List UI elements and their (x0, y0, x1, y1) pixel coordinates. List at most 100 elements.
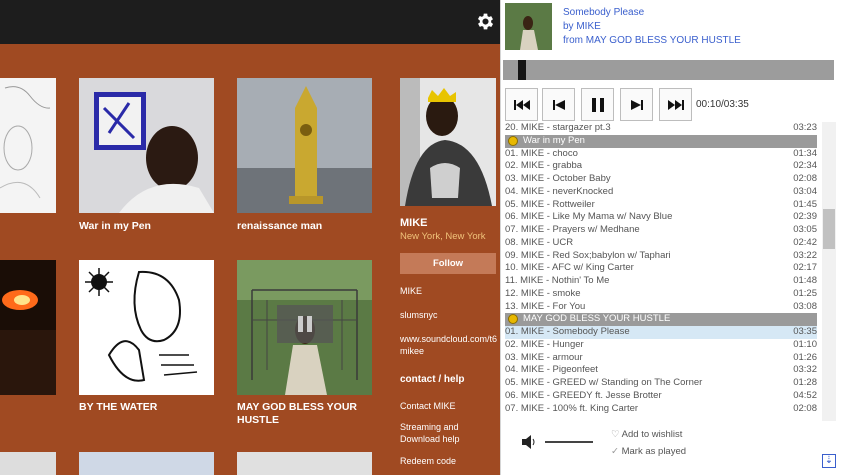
track-row[interactable]: 12. MIKE - smoke 01:25 (505, 288, 817, 301)
artist-link[interactable]: MIKE (400, 285, 500, 297)
volume-slider[interactable] (545, 441, 593, 443)
add-to-wishlist[interactable]: ♡ Add to wishlist (611, 429, 682, 440)
album-cover-may-god-bless-your-hustle[interactable] (237, 260, 372, 395)
track-row[interactable]: 08. MIKE - UCR 02:42 (505, 237, 817, 250)
mark-as-played[interactable]: ✓ Mark as played (611, 446, 686, 457)
track-row[interactable]: 03. MIKE - armour 01:26 (505, 352, 817, 365)
contact-link[interactable]: Contact MIKE (400, 400, 500, 412)
first-track-icon (513, 99, 530, 110)
track-row[interactable]: 04. MIKE - Pigeonfeet 03:32 (505, 364, 817, 377)
track-title: 06. MIKE - Like My Mama w/ Navy Blue (505, 211, 673, 223)
track-row[interactable]: 07. MIKE - Prayers w/ Medhane 03:05 (505, 224, 817, 237)
track-duration: 03:23 (793, 122, 817, 133)
seek-handle[interactable] (518, 60, 526, 80)
artist-link[interactable]: slumsnyc (400, 309, 500, 321)
download-icon[interactable]: ⇣ (822, 454, 836, 468)
track-row[interactable]: 20. MIKE - stargazer pt.3 03:23 (505, 122, 817, 135)
track-duration: 02:39 (793, 211, 817, 223)
check-icon: ✓ (611, 446, 619, 457)
now-playing-album[interactable]: from MAY GOD BLESS YOUR HUSTLE (563, 35, 741, 46)
track-row[interactable]: 13. MIKE - For You 03:08 (505, 301, 817, 314)
album-group-header[interactable]: War in my Pen (505, 134, 817, 148)
track-row[interactable]: 04. MIKE - neverKnocked 03:04 (505, 186, 817, 199)
track-row[interactable]: 06. MIKE - GREEDY ft. Jesse Brotter 04:52 (505, 390, 817, 403)
album-cover-war-in-my-pen[interactable] (79, 78, 214, 213)
album-cover[interactable] (0, 452, 56, 475)
track-row[interactable]: 01. MIKE - Somebody Please 03:35 (505, 326, 817, 339)
album-cover-renaissance-man[interactable] (237, 78, 372, 213)
track-title: 06. MIKE - GREEDY ft. Jesse Brotter (505, 389, 662, 401)
track-duration: 03:22 (793, 249, 817, 261)
artist-location: New York, New York (400, 231, 486, 242)
track-duration: 01:10 (793, 338, 817, 350)
track-title: 07. MIKE - Prayers w/ Medhane (505, 224, 640, 235)
volume-control[interactable] (521, 434, 601, 450)
now-playing-cover[interactable] (505, 3, 552, 50)
album-title[interactable]: War in my Pen (79, 220, 219, 233)
album-group-header[interactable]: MAY GOD BLESS YOUR HUSTLE (505, 313, 817, 326)
next-icon (630, 99, 643, 110)
track-row[interactable]: 02. MIKE - Hunger 01:10 (505, 339, 817, 352)
track-row[interactable]: 01. MIKE - choco 01:34 (505, 148, 817, 161)
track-title: 02. MIKE - grabba (505, 160, 583, 172)
track-title: 11. MIKE - Nothin' To Me (505, 275, 610, 286)
track-duration: 02:42 (793, 236, 817, 248)
track-row[interactable]: 11. MIKE - Nothin' To Me 01:48 (505, 275, 817, 288)
track-row[interactable]: 07. MIKE - 100% ft. King Carter 02:08 (505, 403, 817, 416)
track-list[interactable]: 20. MIKE - stargazer pt.3 03:23 War in my … (505, 122, 817, 421)
track-duration: 03:35 (793, 326, 817, 337)
help-link[interactable]: Streaming and Download help (400, 421, 480, 445)
track-title: 09. MIKE - Red Sox;babylon w/ Taphari (505, 249, 671, 261)
track-title: 02. MIKE - Hunger (505, 338, 584, 350)
track-row[interactable]: 05. MIKE - GREED w/ Standing on The Corn… (505, 377, 817, 390)
top-bar (0, 0, 500, 44)
album-title[interactable]: BY THE WATER (79, 401, 219, 414)
artist-photo (400, 78, 496, 206)
track-title: 01. MIKE - choco (505, 147, 578, 159)
track-duration: 01:25 (793, 287, 817, 299)
pause-button[interactable] (581, 88, 614, 121)
track-row[interactable]: 02. MIKE - grabba 02:34 (505, 160, 817, 173)
album-title[interactable]: MAY GOD BLESS YOUR HUSTLE (237, 401, 377, 427)
album-cover[interactable] (237, 452, 372, 475)
now-playing-artist[interactable]: by MIKE (563, 21, 601, 32)
scrollbar-thumb[interactable] (823, 209, 835, 249)
album-cover[interactable] (0, 78, 56, 213)
heart-icon: ♡ (611, 429, 620, 440)
next-button[interactable] (620, 88, 653, 121)
track-duration: 03:04 (793, 185, 817, 197)
album-title[interactable]: renaissance man (237, 220, 377, 233)
artist-link[interactable]: www.soundcloud.com/t6mikee (400, 333, 500, 357)
seek-bar[interactable] (503, 60, 834, 80)
redeem-link[interactable]: Redeem code (400, 455, 500, 467)
wishlist-label: Add to wishlist (621, 429, 683, 440)
track-row[interactable]: 05. MIKE - Rottweiler 01:45 (505, 199, 817, 212)
album-badge-icon (508, 314, 518, 325)
artist-name[interactable]: MIKE (400, 217, 428, 229)
track-title: 04. MIKE - Pigeonfeet (505, 364, 598, 376)
track-row[interactable]: 03. MIKE - October Baby 02:08 (505, 173, 817, 186)
track-duration: 02:08 (793, 173, 817, 184)
first-track-button[interactable] (505, 88, 538, 121)
gear-icon[interactable] (475, 11, 496, 32)
track-title: 07. MIKE - 100% ft. King Carter (505, 402, 639, 414)
track-title: 03. MIKE - armour (505, 351, 583, 363)
previous-button[interactable] (542, 88, 575, 121)
album-cover[interactable] (79, 260, 214, 395)
track-title: 05. MIKE - GREED w/ Standing on The Corn… (505, 377, 703, 388)
track-title: 03. MIKE - October Baby (505, 173, 611, 184)
track-duration: 03:05 (793, 224, 817, 235)
track-row[interactable]: 09. MIKE - Red Sox;babylon w/ Taphari 03:… (505, 250, 817, 263)
album-cover[interactable] (0, 260, 56, 395)
speaker-icon (522, 435, 535, 449)
track-row[interactable]: 06. MIKE - Like My Mama w/ Navy Blue 02:3… (505, 211, 817, 224)
now-playing-title[interactable]: Somebody Please (563, 7, 644, 18)
follow-button[interactable]: Follow (400, 253, 496, 274)
track-row[interactable]: 10. MIKE - AFC w/ King Carter 02:17 (505, 262, 817, 275)
track-duration: 04:52 (793, 389, 817, 401)
track-duration: 01:28 (793, 377, 817, 388)
scrollbar[interactable] (822, 122, 836, 421)
player-panel: Somebody Please by MIKE from MAY GOD BLE… (500, 0, 857, 475)
album-cover[interactable] (79, 452, 214, 475)
last-track-button[interactable] (659, 88, 692, 121)
